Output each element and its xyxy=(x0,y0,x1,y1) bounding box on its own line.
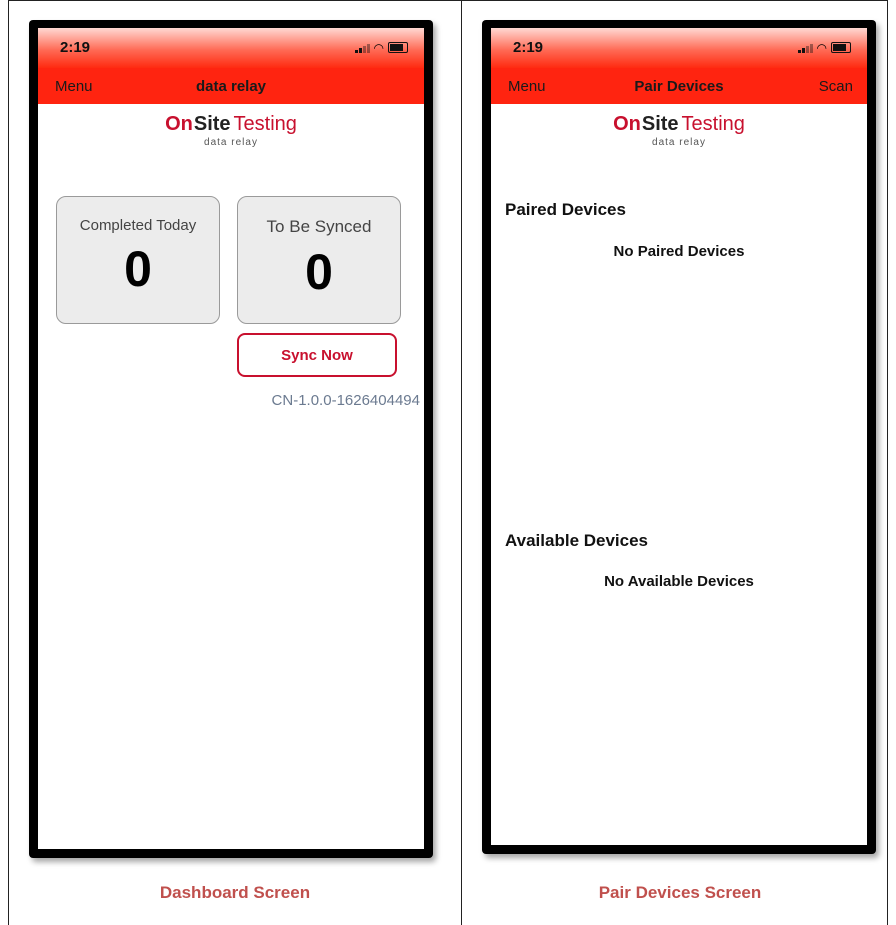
logo-site: Site xyxy=(193,113,231,135)
status-bar: 2:19 ◠ xyxy=(491,28,867,68)
dashboard-phone: 2:19 ◠ Menu data relay OnSite Testing dat… xyxy=(29,20,433,858)
status-icons: ◠ xyxy=(354,40,408,55)
pair-devices-screen: 2:19 ◠ Menu Pair Devices Scan OnSite Test… xyxy=(491,28,867,845)
status-time: 2:19 xyxy=(60,39,91,56)
battery-icon xyxy=(388,42,408,53)
available-devices-heading: Available Devices xyxy=(505,531,649,550)
paired-devices-heading: Paired Devices xyxy=(505,200,626,219)
dashboard-caption: Dashboard Screen xyxy=(159,883,311,902)
tile-label: Completed Today xyxy=(79,217,197,234)
signal-icon xyxy=(354,43,370,53)
tile-count: 0 xyxy=(124,241,152,297)
logo-on: On xyxy=(165,113,193,135)
tile-label: To Be Synced xyxy=(266,217,372,236)
logo-site: Site xyxy=(641,113,679,135)
status-icons: ◠ xyxy=(797,40,851,55)
tile-count: 0 xyxy=(305,244,333,300)
status-bar: 2:19 ◠ xyxy=(38,28,424,68)
signal-icon xyxy=(797,43,813,53)
sync-now-button[interactable]: Sync Now xyxy=(237,333,397,377)
logo-subtitle: data relay xyxy=(652,137,706,148)
logo-testing: Testing xyxy=(233,113,297,135)
status-time: 2:19 xyxy=(513,39,544,56)
onsite-testing-logo: OnSite Testing data relay xyxy=(38,114,424,148)
column-divider xyxy=(461,0,462,925)
version-label: CN-1.0.0-1626404494 xyxy=(271,392,420,409)
to-be-synced-tile: To Be Synced 0 xyxy=(237,196,401,324)
logo-subtitle: data relay xyxy=(204,137,258,148)
nav-title: data relay xyxy=(195,78,267,95)
battery-icon xyxy=(831,42,851,53)
dashboard-screen: 2:19 ◠ Menu data relay OnSite Testing dat… xyxy=(38,28,424,849)
nav-bar: Menu data relay xyxy=(38,68,424,104)
wifi-icon: ◠ xyxy=(373,40,384,55)
logo-testing: Testing xyxy=(681,113,745,135)
logo-on: On xyxy=(613,113,641,135)
wifi-icon: ◠ xyxy=(816,40,827,55)
paired-devices-empty: No Paired Devices xyxy=(613,243,745,260)
completed-today-tile: Completed Today 0 xyxy=(56,196,220,324)
nav-bar: Menu Pair Devices Scan xyxy=(491,68,867,104)
pair-devices-caption: Pair Devices Screen xyxy=(598,883,762,902)
nav-title: Pair Devices xyxy=(634,78,724,95)
onsite-testing-logo: OnSite Testing data relay xyxy=(491,114,867,148)
available-devices-empty: No Available Devices xyxy=(604,573,754,590)
pair-devices-phone: 2:19 ◠ Menu Pair Devices Scan OnSite Test… xyxy=(482,20,876,854)
scan-button[interactable]: Scan xyxy=(819,78,853,95)
